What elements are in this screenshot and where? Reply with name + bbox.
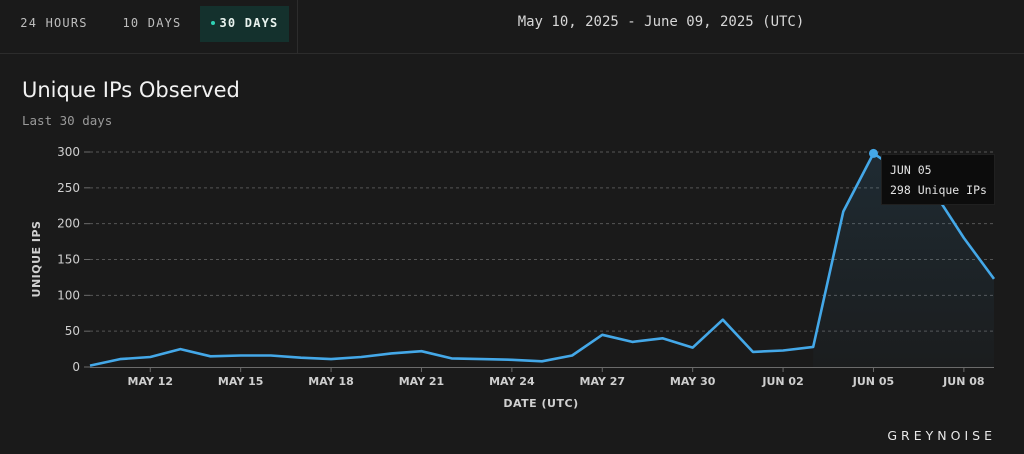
x-axis-label: DATE (UTC): [503, 397, 578, 410]
data-point[interactable]: [690, 345, 696, 351]
y-tick-label: 250: [57, 181, 80, 195]
data-point[interactable]: [509, 357, 515, 363]
data-point[interactable]: [780, 348, 786, 354]
data-point[interactable]: [298, 355, 304, 361]
y-axis-label: UNIQUE IPS: [30, 221, 43, 298]
data-point[interactable]: [449, 355, 455, 361]
data-point[interactable]: [117, 356, 123, 362]
data-point[interactable]: [328, 356, 334, 362]
y-tick-label: 300: [57, 145, 80, 159]
data-point[interactable]: [660, 335, 666, 341]
data-point[interactable]: [147, 354, 153, 360]
x-tick-label: JUN 08: [942, 375, 984, 388]
x-tick-label: MAY 12: [128, 375, 174, 388]
data-point[interactable]: [750, 349, 756, 355]
y-tick-label: 200: [57, 217, 80, 231]
greynoise-logo: GREYNOISE: [887, 428, 996, 443]
x-tick-label: MAY 18: [308, 375, 354, 388]
data-point[interactable]: [840, 208, 846, 214]
data-point[interactable]: [358, 354, 364, 360]
data-point[interactable]: [720, 317, 726, 323]
data-point[interactable]: [388, 350, 394, 356]
x-tick-label: MAY 27: [580, 375, 626, 388]
y-tick-label: 0: [72, 360, 80, 374]
x-tick-label: MAY 21: [399, 375, 445, 388]
data-point[interactable]: [479, 356, 485, 362]
y-tick-label: 100: [57, 288, 80, 302]
x-tick-label: MAY 15: [218, 375, 264, 388]
tooltip-value: 298 Unique IPs: [890, 183, 987, 197]
data-point[interactable]: [238, 353, 244, 359]
data-point[interactable]: [961, 235, 967, 241]
data-point[interactable]: [268, 353, 274, 359]
x-tick-label: MAY 24: [489, 375, 535, 388]
data-point[interactable]: [177, 346, 183, 352]
tooltip-date: JUN 05: [890, 163, 932, 177]
data-point[interactable]: [418, 348, 424, 354]
y-tick-label: 50: [65, 324, 80, 338]
data-point[interactable]: [810, 344, 816, 350]
highlighted-data-point[interactable]: [868, 148, 878, 158]
x-tick-label: JUN 05: [852, 375, 894, 388]
y-tick-label: 150: [57, 253, 80, 267]
data-point[interactable]: [569, 353, 575, 359]
tooltip: JUN 05 298 Unique IPs: [881, 154, 995, 205]
x-tick-label: MAY 30: [670, 375, 716, 388]
x-tick-label: JUN 02: [761, 375, 803, 388]
data-point[interactable]: [539, 358, 545, 364]
data-point[interactable]: [629, 339, 635, 345]
line-chart[interactable]: 0 50 100 150 200 250 300 MAY 12 MAY 15 MAY 18 MAY…: [0, 0, 1024, 454]
data-point[interactable]: [208, 353, 214, 359]
data-point[interactable]: [991, 276, 997, 282]
data-point[interactable]: [599, 332, 605, 338]
